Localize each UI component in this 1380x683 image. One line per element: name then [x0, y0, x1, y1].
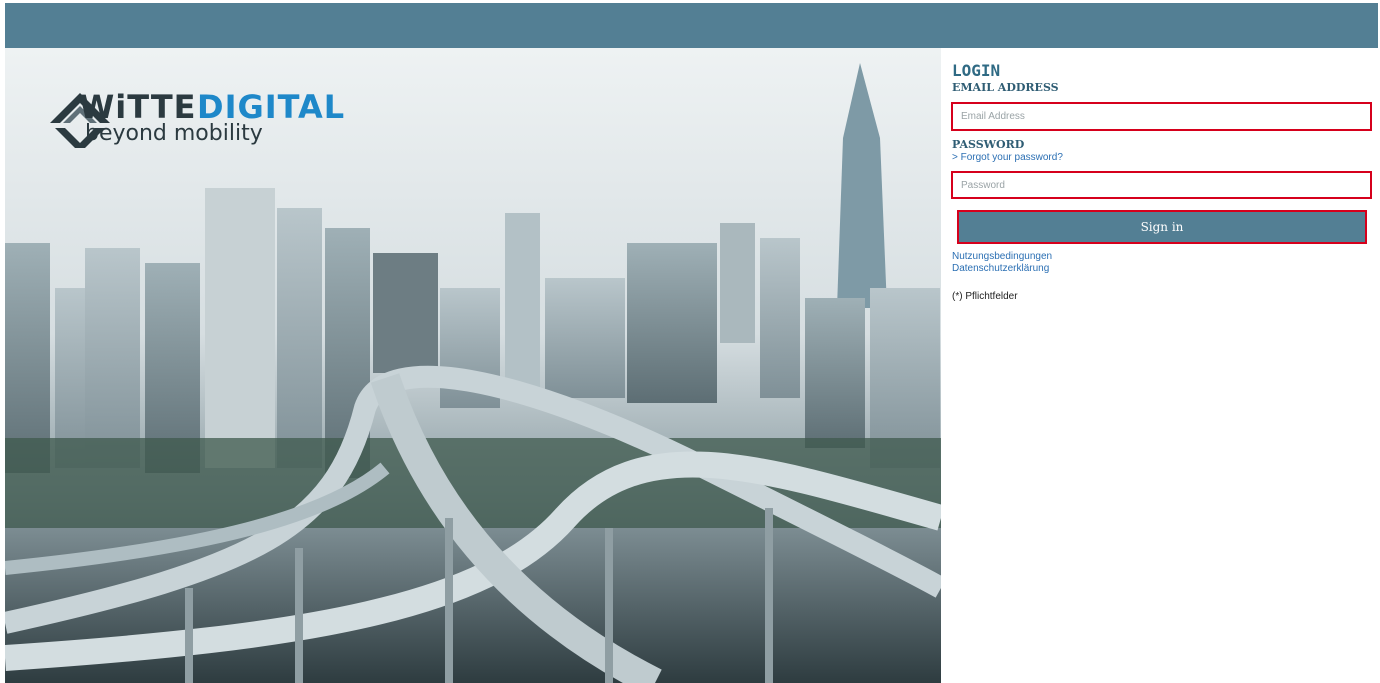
email-label: EMAIL ADDRESS — [952, 81, 1059, 94]
password-label: PASSWORD — [952, 138, 1025, 151]
login-title: LOGIN — [952, 61, 1001, 80]
terms-link[interactable]: Nutzungsbedingungen — [952, 251, 1052, 262]
email-input[interactable] — [951, 102, 1372, 131]
privacy-link[interactable]: Datenschutzerklärung — [952, 263, 1049, 274]
sign-in-button[interactable]: Sign in — [957, 210, 1367, 244]
required-fields-note: (*) Pflichtfelder — [952, 291, 1018, 302]
forgot-password-link[interactable]: > Forgot your password? — [952, 152, 1063, 163]
top-header-bar — [5, 3, 1378, 48]
logo-tagline: beyond mobility — [85, 121, 263, 146]
password-input[interactable] — [951, 171, 1372, 199]
hero-city-image: WiTTE DIGITAL beyond mobility — [5, 48, 941, 683]
